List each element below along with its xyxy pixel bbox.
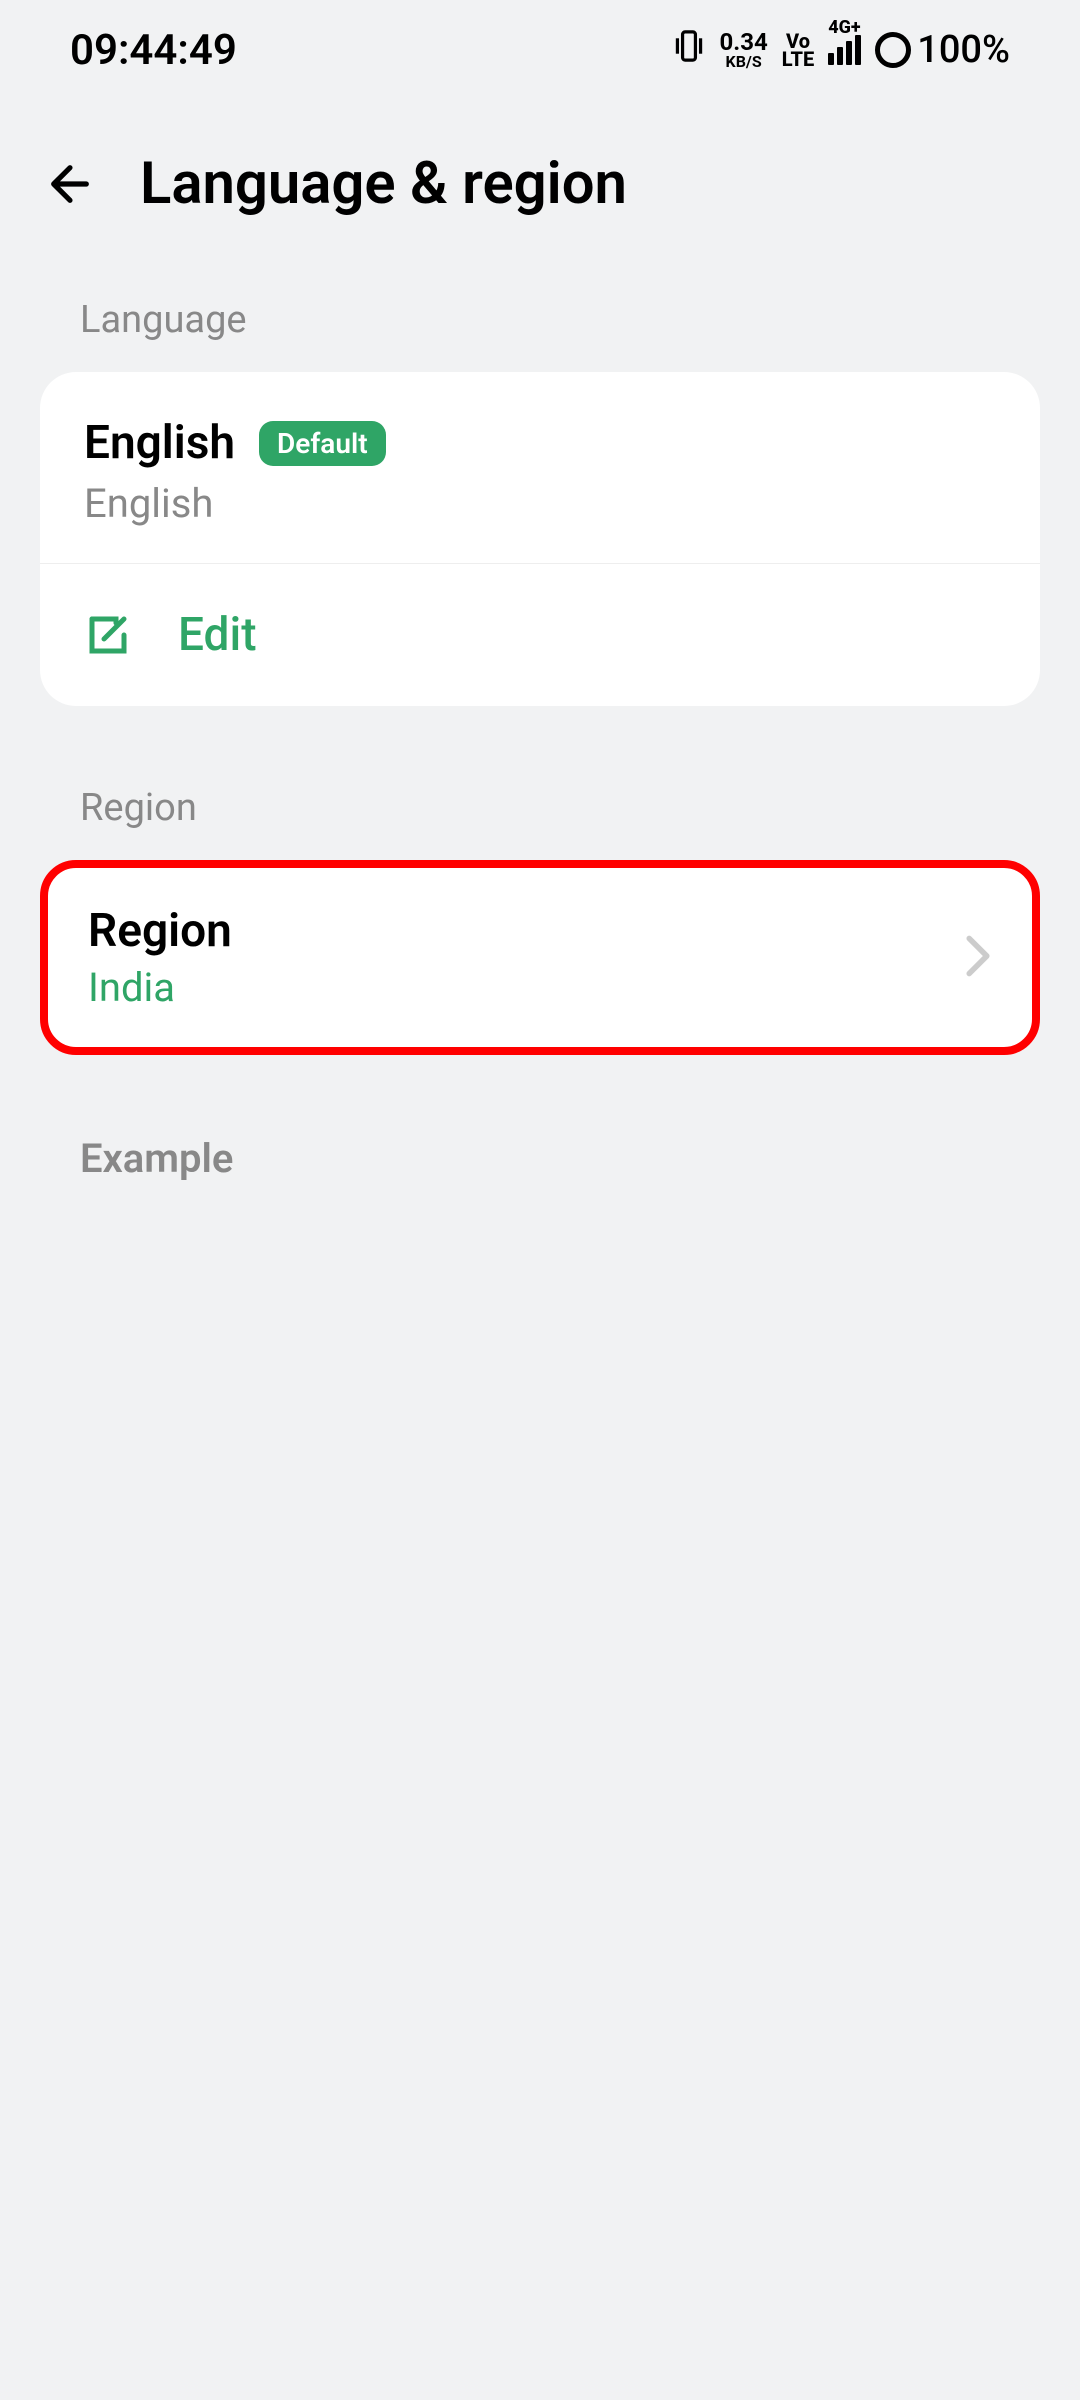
- status-bar: 09:44:49 0.34 KB/S Vo LTE 4G+ 100%: [0, 0, 1080, 100]
- network-type: 4G+: [828, 17, 860, 38]
- edit-button[interactable]: Edit: [40, 564, 1040, 706]
- edit-icon: [84, 611, 132, 659]
- language-subtitle: English: [84, 480, 996, 527]
- language-section-label: Language: [0, 298, 1080, 342]
- data-rate-value: 0.34: [719, 30, 767, 54]
- signal-indicator: 4G+: [828, 35, 861, 65]
- page-header: Language & region: [0, 100, 1080, 298]
- language-row[interactable]: English Default English: [40, 372, 1040, 564]
- example-section-label: Example: [0, 1135, 1080, 1182]
- status-right: 0.34 KB/S Vo LTE 4G+ 100%: [673, 28, 1010, 72]
- language-card: English Default English Edit: [40, 372, 1040, 706]
- volte-indicator: Vo LTE: [782, 32, 814, 68]
- chevron-right-icon: [964, 934, 992, 982]
- status-time: 09:44:49: [70, 26, 237, 75]
- data-rate-indicator: 0.34 KB/S: [719, 30, 767, 70]
- battery-percentage: 100%: [917, 28, 1010, 72]
- vibrate-icon: [673, 28, 705, 72]
- region-section-label: Region: [0, 786, 1080, 830]
- default-badge: Default: [259, 421, 386, 466]
- edit-label: Edit: [178, 608, 257, 662]
- signal-bars-icon: [828, 35, 861, 65]
- language-name: English: [84, 416, 235, 470]
- region-value: India: [88, 964, 232, 1011]
- data-rate-unit: KB/S: [726, 54, 762, 70]
- arrow-left-icon: [42, 156, 98, 212]
- battery-indicator: 100%: [875, 28, 1010, 72]
- back-button[interactable]: [40, 154, 100, 214]
- page-title: Language & region: [140, 150, 627, 218]
- region-row[interactable]: Region India: [40, 860, 1040, 1055]
- region-title: Region: [88, 904, 232, 958]
- battery-circle-icon: [875, 32, 911, 68]
